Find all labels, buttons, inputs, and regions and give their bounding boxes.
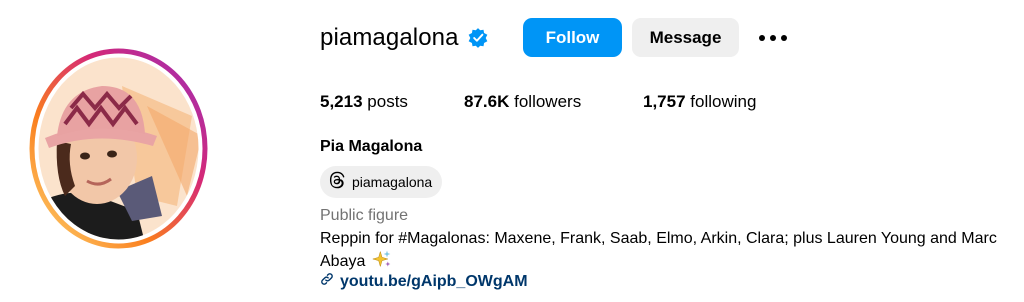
verified-badge-icon <box>467 27 489 49</box>
followers-count: 87.6K <box>464 92 510 111</box>
more-options-icon[interactable] <box>756 26 790 50</box>
threads-handle: piamagalona <box>352 174 433 190</box>
category-label: Public figure <box>320 207 409 224</box>
dot <box>770 35 776 41</box>
threads-icon <box>328 171 346 194</box>
posts-stat: 5,213 posts <box>320 92 408 112</box>
followers-label: followers <box>514 92 582 111</box>
profile-header: piamagalona <box>320 18 489 58</box>
link-icon <box>320 272 334 291</box>
following-label: following <box>690 92 757 111</box>
full-name: Pia Magalona <box>320 138 423 155</box>
following-count: 1,757 <box>643 92 686 111</box>
bio-text: Reppin for #Magalonas: Maxene, Frank, Sa… <box>320 230 997 270</box>
dot <box>781 35 787 41</box>
followers-stat[interactable]: 87.6K followers <box>464 92 581 112</box>
posts-label: posts <box>367 92 408 111</box>
profile-avatar[interactable] <box>27 46 210 251</box>
following-stat[interactable]: 1,757 following <box>643 92 756 112</box>
posts-count: 5,213 <box>320 92 363 111</box>
bio-link[interactable]: youtu.be/gAipb_OWgAM <box>320 272 528 291</box>
follow-button[interactable]: Follow <box>523 18 622 57</box>
message-button[interactable]: Message <box>632 18 739 57</box>
link-text[interactable]: youtu.be/gAipb_OWgAM <box>340 273 528 291</box>
bio: Reppin for #Magalonas: Maxene, Frank, Sa… <box>320 229 1024 275</box>
dot <box>759 35 765 41</box>
username: piamagalona <box>320 24 459 51</box>
threads-badge[interactable]: piamagalona <box>320 166 443 198</box>
